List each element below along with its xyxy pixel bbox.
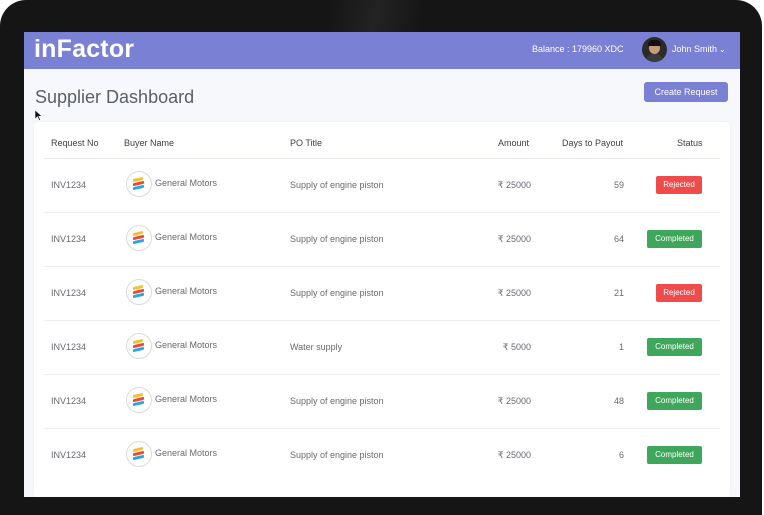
request-no: INV1234 <box>51 288 87 298</box>
avatar-hair <box>648 40 661 46</box>
laptop-bezel: inFactor Balance : 179960 XDC John Smith… <box>0 0 762 515</box>
amount: ₹ 25000 <box>497 288 531 298</box>
request-no: INV1234 <box>51 342 87 352</box>
balance-display: Balance : 179960 XDC <box>532 44 624 54</box>
header-buyer-name: Buyer Name <box>124 138 175 148</box>
buyer-name: General Motors <box>155 232 218 242</box>
status-badge[interactable]: Rejected <box>656 176 702 194</box>
po-title: Supply of engine piston <box>290 396 384 406</box>
days-to-payout: 48 <box>613 396 624 406</box>
amount: ₹ 25000 <box>497 180 531 190</box>
chevron-down-icon: ⌄ <box>719 45 726 54</box>
header-request-no: Request No <box>51 138 99 148</box>
device-frame: inFactor Balance : 179960 XDC John Smith… <box>0 0 764 515</box>
days-to-payout: 1 <box>618 342 624 352</box>
top-navbar: inFactor Balance : 179960 XDC John Smith… <box>24 32 740 69</box>
days-to-payout: 59 <box>613 180 624 190</box>
buyer-name: General Motors <box>155 448 218 458</box>
status-badge[interactable]: Completed <box>647 392 702 410</box>
avatar-body <box>645 54 664 62</box>
create-request-button[interactable]: Create Request <box>644 82 728 102</box>
table-row[interactable]: INV1234 General Motors Supply of engine … <box>44 375 720 429</box>
user-menu[interactable]: John Smith ⌄ <box>672 44 726 54</box>
buyer-name: General Motors <box>155 394 218 404</box>
po-title: Supply of engine piston <box>290 180 384 190</box>
days-to-payout: 64 <box>613 234 624 244</box>
amount: ₹ 25000 <box>497 450 531 460</box>
app-logo[interactable]: inFactor <box>34 35 134 64</box>
status-badge[interactable]: Completed <box>647 446 702 464</box>
table-row[interactable]: INV1234 General Motors Supply of engine … <box>44 159 720 213</box>
buyer-name: General Motors <box>155 286 218 296</box>
po-title: Supply of engine piston <box>290 288 384 298</box>
status-badge[interactable]: Completed <box>647 338 702 356</box>
days-to-payout: 21 <box>613 288 624 298</box>
user-avatar[interactable] <box>642 37 667 62</box>
table-row[interactable]: INV1234 General Motors Supply of engine … <box>44 429 720 482</box>
buyer-name: General Motors <box>155 178 218 188</box>
user-name: John Smith <box>672 44 718 54</box>
general-motors-logo <box>126 387 152 413</box>
table-row[interactable]: INV1234 General Motors Supply of engine … <box>44 267 720 321</box>
general-motors-logo <box>126 441 152 467</box>
general-motors-logo <box>126 279 152 305</box>
header-amount: Amount <box>498 138 530 148</box>
buyer-name: General Motors <box>155 340 218 350</box>
request-no: INV1234 <box>51 180 87 190</box>
header-days-to-payout: Days to Payout <box>562 138 624 148</box>
page-title: Supplier Dashboard <box>35 87 195 107</box>
table-row[interactable]: INV1234 General Motors Supply of engine … <box>44 213 720 267</box>
general-motors-logo <box>126 225 152 251</box>
amount: ₹ 25000 <box>497 396 531 406</box>
table-row[interactable]: INV1234 General Motors Water supply ₹ 50… <box>44 321 720 375</box>
status-badge[interactable]: Rejected <box>656 284 702 302</box>
amount: ₹ 25000 <box>497 234 531 244</box>
header-status: Status <box>677 138 703 148</box>
status-badge[interactable]: Completed <box>647 230 702 248</box>
request-no: INV1234 <box>51 450 87 460</box>
request-no: INV1234 <box>51 234 87 244</box>
po-title: Water supply <box>290 342 343 352</box>
app-screen: inFactor Balance : 179960 XDC John Smith… <box>24 32 740 497</box>
po-title: Supply of engine piston <box>290 450 384 460</box>
general-motors-logo <box>126 171 152 197</box>
requests-table-card: Request No Buyer Name PO Title Amount Da… <box>34 122 730 497</box>
header-po-title: PO Title <box>290 138 323 148</box>
amount: ₹ 5000 <box>502 342 531 352</box>
general-motors-logo <box>126 333 152 359</box>
days-to-payout: 6 <box>618 450 624 460</box>
request-no: INV1234 <box>51 396 87 406</box>
po-title: Supply of engine piston <box>290 234 384 244</box>
